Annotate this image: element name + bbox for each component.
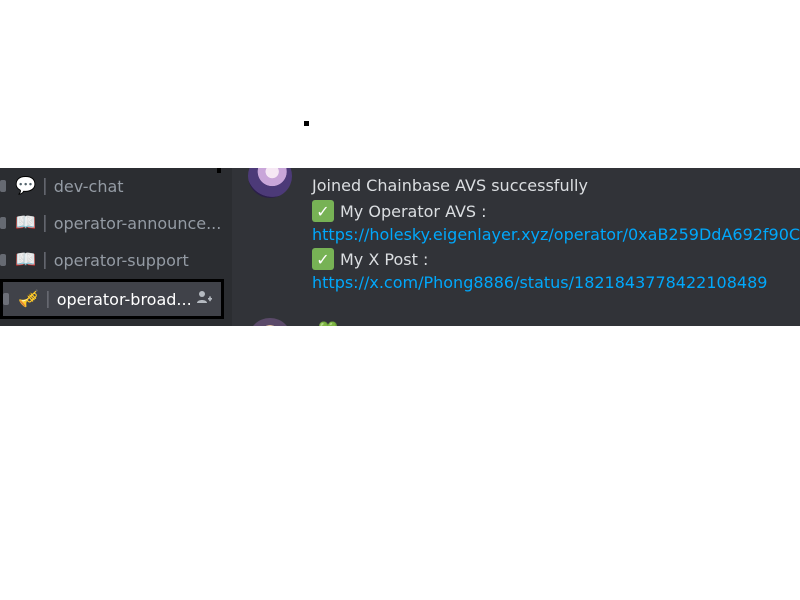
discord-window: 💬 | dev-chat 📖 | operator-announce... 📖 …: [0, 168, 800, 326]
trumpet-icon: 🎺: [18, 288, 40, 309]
channel-separator: |: [45, 289, 51, 309]
channel-sidebar: 💬 | dev-chat 📖 | operator-announce... 📖 …: [0, 168, 232, 326]
message-text: My X Post :: [340, 249, 429, 269]
drag-handle-icon: [3, 291, 13, 307]
cursor-dot: [304, 121, 309, 126]
channel-name: dev-chat: [53, 176, 124, 196]
channel-operator-announcements[interactable]: 📖 | operator-announce...: [0, 205, 224, 241]
open-book-icon: 📖: [15, 212, 37, 233]
drag-handle-icon: [0, 178, 10, 194]
x-post-link[interactable]: https://x.com/Phong8886/status/182184377…: [312, 273, 767, 292]
user-avatar[interactable]: [248, 168, 292, 198]
channel-separator: |: [42, 176, 48, 196]
channel-dev-chat[interactable]: 💬 | dev-chat: [0, 168, 224, 204]
drag-handle-icon: [0, 215, 10, 231]
check-mark-icon: ✓: [312, 248, 334, 270]
heart-icon: 💚: [318, 320, 338, 326]
message-text: Joined Chainbase AVS successfully: [312, 176, 588, 195]
message-line-operator-link: https://holesky.eigenlayer.xyz/operator/…: [312, 225, 800, 244]
add-member-icon[interactable]: [193, 290, 215, 308]
message-line-joined: Joined Chainbase AVS successfully: [312, 176, 588, 195]
next-user-avatar[interactable]: [248, 318, 292, 326]
message-line-x-link: https://x.com/Phong8886/status/182184377…: [312, 273, 767, 292]
channel-separator: |: [42, 213, 48, 233]
open-book-icon: 📖: [15, 249, 37, 270]
speech-balloon-icon: 💬: [15, 175, 37, 196]
drag-handle-icon: [0, 252, 10, 268]
message-line-x: ✓ My X Post :: [312, 248, 428, 270]
channel-name: operator-broad...: [56, 289, 192, 309]
operator-link[interactable]: https://holesky.eigenlayer.xyz/operator/…: [312, 225, 800, 244]
next-message-username[interactable]: 💚: [312, 320, 338, 326]
check-mark-icon: ✓: [312, 200, 334, 222]
channel-name: operator-announce...: [53, 213, 222, 233]
channel-operator-broadcast[interactable]: 🎺 | operator-broad...: [0, 279, 224, 319]
channel-name: operator-support: [53, 250, 189, 270]
channel-separator: |: [42, 250, 48, 270]
message-text: My Operator AVS :: [340, 201, 487, 221]
channel-operator-support[interactable]: 📖 | operator-support: [0, 242, 224, 278]
message-line-operator: ✓ My Operator AVS :: [312, 200, 487, 222]
